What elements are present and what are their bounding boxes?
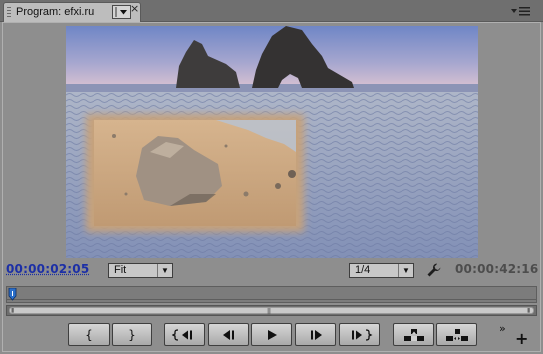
mark-out-button[interactable]: } — [112, 323, 152, 346]
zoom-scrollbar[interactable]: ▮ ||| ▮ — [6, 305, 537, 316]
chevron-down-icon: ▼ — [157, 264, 172, 277]
settings-button[interactable] — [426, 262, 442, 278]
playhead-icon[interactable] — [8, 288, 17, 302]
step-back-button[interactable] — [208, 323, 249, 346]
current-timecode[interactable]: 00:00:02:05 — [6, 262, 89, 276]
more-buttons-icon[interactable]: » — [499, 322, 506, 335]
program-video-frame[interactable] — [66, 26, 478, 258]
step-forward-button[interactable] — [295, 323, 336, 346]
extract-icon — [445, 328, 468, 341]
extract-button[interactable] — [436, 323, 477, 346]
play-button[interactable] — [251, 323, 292, 346]
grip-icon: ||| — [267, 308, 271, 315]
lift-icon — [403, 328, 424, 341]
chevron-down-icon: ▼ — [398, 264, 413, 277]
close-tab-button[interactable]: × — [130, 2, 139, 15]
mark-out-icon: } — [128, 327, 136, 342]
mark-in-button[interactable]: { — [68, 323, 110, 346]
go-to-in-button[interactable] — [164, 323, 205, 346]
tab-grip-icon[interactable] — [7, 7, 11, 18]
program-monitor-tab[interactable]: Program: efxi.ru — [3, 2, 141, 22]
zoom-level-value: Fit — [114, 264, 127, 276]
go-to-out-icon — [351, 328, 372, 341]
lift-button[interactable] — [393, 323, 434, 346]
sequence-menu-button[interactable] — [112, 5, 131, 19]
zoom-level-select[interactable]: Fit ▼ — [108, 263, 173, 278]
panel-tab-bar: Program: efxi.ru × — [0, 0, 543, 22]
zoom-scrollbar-thumb[interactable]: ▮ ||| ▮ — [9, 307, 534, 315]
button-editor-icon[interactable]: + — [515, 331, 528, 347]
wrench-icon — [427, 263, 441, 277]
ruler-baseline — [7, 299, 536, 300]
video-image — [66, 26, 478, 258]
playback-resolution-value: 1/4 — [355, 264, 371, 276]
time-ruler[interactable] — [6, 286, 537, 303]
step-forward-icon — [310, 329, 322, 340]
zoom-handle-right[interactable]: ▮ — [527, 308, 533, 314]
go-to-in-icon — [171, 328, 192, 341]
playback-resolution-select[interactable]: 1/4 ▼ — [349, 263, 414, 278]
mark-in-icon: { — [85, 327, 93, 342]
chevron-down-icon — [115, 7, 127, 17]
duration-timecode: 00:00:42:16 — [455, 262, 539, 276]
panel-menu-icon — [511, 7, 530, 16]
panel-menu-button[interactable] — [510, 5, 532, 17]
tab-title: Program: efxi.ru — [16, 6, 95, 18]
step-back-icon — [222, 329, 234, 340]
zoom-handle-left[interactable]: ▮ — [11, 308, 17, 314]
play-icon — [267, 329, 277, 340]
go-to-out-button[interactable] — [339, 323, 380, 346]
